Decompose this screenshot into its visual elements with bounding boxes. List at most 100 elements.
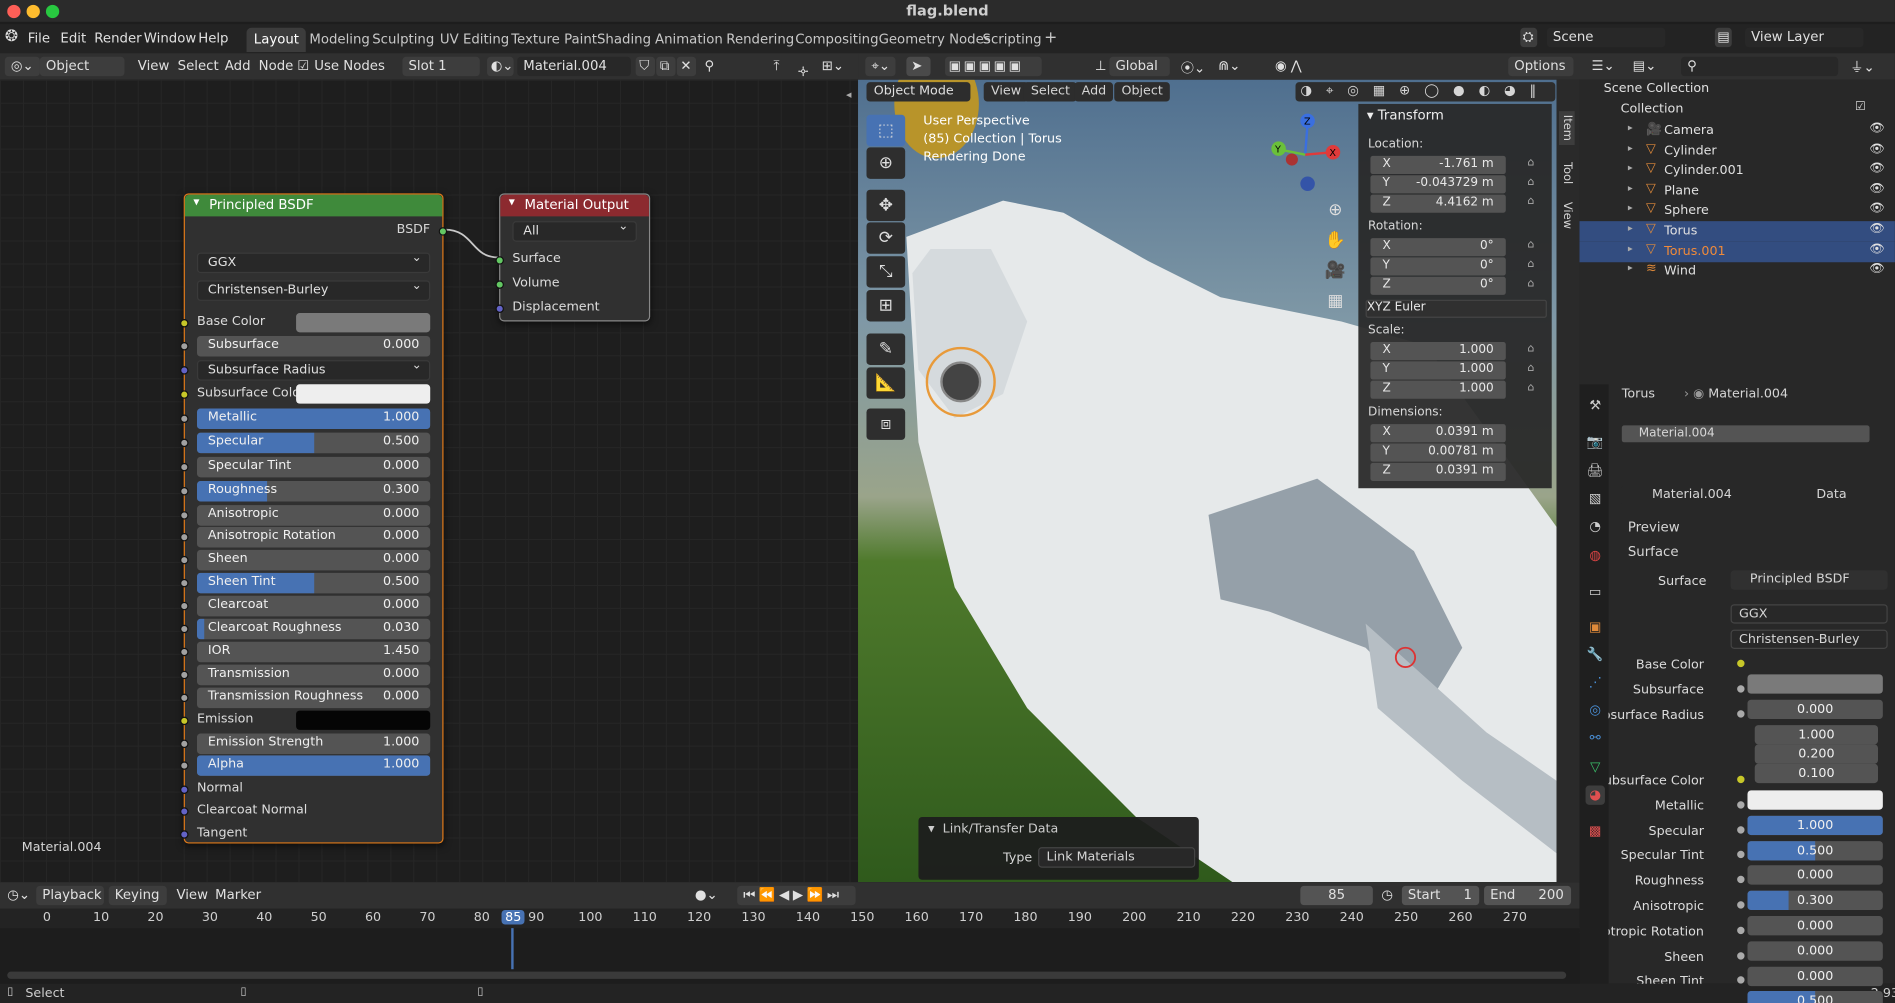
scene-collection-row[interactable]: Scene Collection: [1580, 80, 1895, 101]
measure-tool-icon[interactable]: 📐: [866, 367, 906, 399]
clearcoat-socket[interactable]: [180, 601, 189, 611]
roughness-field[interactable]: Roughness 0.300: [196, 480, 431, 502]
prop-metallic-field[interactable]: 1.000: [1747, 815, 1883, 835]
ior-field[interactable]: IOR 1.450: [196, 641, 431, 663]
prop-anisotropic-rotation-field[interactable]: 0.000: [1747, 941, 1883, 961]
transmission-roughness-socket[interactable]: [180, 693, 189, 703]
timeline[interactable]: ◷⌄ Playback Keying View Marker ●⌄ ⏮⏪◀▶⏩⏭…: [0, 882, 1580, 984]
visibility-eye-icon[interactable]: 👁: [1870, 142, 1885, 155]
prop-base-color-swatch[interactable]: [1747, 674, 1883, 694]
parent-node-icon[interactable]: ⤒: [773, 58, 779, 75]
object-mode-dropdown[interactable]: Object: [39, 56, 125, 77]
metallic-field[interactable]: Metallic 1.000: [196, 408, 431, 430]
tab-sculpting[interactable]: Sculpting: [365, 28, 442, 52]
visibility-eye-icon[interactable]: 👁: [1870, 122, 1885, 135]
visibility-eye-icon[interactable]: 👁: [1870, 202, 1885, 215]
emission-socket[interactable]: [180, 716, 189, 726]
view-layer-props-icon[interactable]: ▧: [1586, 489, 1605, 508]
properties-editor[interactable]: Torus › ◉ Material.004 Material.004 Materia…: [1576, 350, 1895, 989]
subsurface-field[interactable]: Subsurface 0.000: [196, 335, 431, 357]
visibility-eye-icon[interactable]: 👁: [1870, 162, 1885, 175]
location-lock-icon[interactable]: ⌂: [1528, 196, 1535, 208]
outliner-item-torus[interactable]: ▸ ▽ Torus 👁: [1579, 221, 1895, 242]
scale-lock-icon[interactable]: ⌂: [1528, 343, 1535, 355]
orientation-icon[interactable]: ⊥: [1095, 58, 1107, 74]
scale-tool-icon[interactable]: ⤡: [866, 256, 906, 288]
location-x-field[interactable]: X -1.761 m: [1370, 155, 1506, 175]
visibility-eye-icon[interactable]: 👁: [1870, 182, 1885, 195]
alpha-field[interactable]: Alpha 1.000: [196, 755, 431, 776]
node-menu-view[interactable]: View: [138, 58, 170, 74]
scale-x-field[interactable]: X 1.000: [1370, 342, 1506, 361]
expand-arrow-icon[interactable]: ▸: [1628, 122, 1633, 133]
viewport-editor-type-icon[interactable]: ⌖⌄: [865, 56, 897, 77]
prop-subsurface-color-swatch[interactable]: [1747, 790, 1883, 810]
add-workspace-icon[interactable]: +: [1037, 25, 1065, 49]
node-menu-node[interactable]: Node: [259, 58, 294, 74]
end-frame-field[interactable]: End 200: [1484, 885, 1572, 906]
prop-sheen-socket-icon[interactable]: ●: [1737, 949, 1745, 960]
node-editor[interactable]: Principled BSDF BSDF GGX Christensen-Bur…: [0, 79, 859, 883]
prop-sss-method-dropdown[interactable]: Christensen-Burley: [1730, 629, 1888, 649]
prop-subsurface-radius-field-0[interactable]: 1.000: [1754, 724, 1879, 745]
prop-subsurface-socket-icon[interactable]: ●: [1737, 683, 1745, 694]
menu-window[interactable]: Window: [144, 30, 196, 46]
view-layer-field[interactable]: View Layer: [1745, 27, 1864, 48]
rotation-lock-icon[interactable]: ⌂: [1528, 239, 1535, 251]
scene-icon[interactable]: ⛭: [1520, 27, 1538, 48]
prop-roughness-socket-icon[interactable]: ●: [1737, 874, 1745, 885]
marker-menu[interactable]: Marker: [215, 887, 261, 903]
tab-animation[interactable]: Animation: [648, 28, 730, 52]
outliner-item-cylinder[interactable]: ▸ ▽ Cylinder 👁: [1580, 141, 1895, 162]
object-props-icon[interactable]: ▣: [1586, 618, 1605, 637]
emission-strength-field[interactable]: Emission Strength 1.000: [196, 733, 431, 755]
expand-arrow-icon[interactable]: ▸: [1628, 162, 1633, 173]
material-props-icon[interactable]: ◕: [1585, 785, 1605, 805]
prop-subsurface-field[interactable]: 0.000: [1747, 699, 1883, 720]
prop-anisotropic-socket-icon[interactable]: ●: [1737, 899, 1745, 910]
select-mode-icons[interactable]: ▣▣▣▣▣: [945, 56, 1042, 77]
rotation-lock-icon[interactable]: ⌂: [1528, 259, 1535, 271]
principled-bsdf-node[interactable]: Principled BSDF BSDF GGX Christensen-Bur…: [180, 193, 448, 844]
location-lock-icon[interactable]: ⌂: [1528, 176, 1535, 188]
sheen-tint-socket[interactable]: [180, 578, 189, 588]
texture-props-icon[interactable]: ▩: [1586, 822, 1605, 841]
proportional-edit-icon[interactable]: ◉ ⋀: [1275, 58, 1302, 74]
duplicate-material-icon[interactable]: ⧉: [656, 56, 676, 77]
record-icon[interactable]: ●⌄: [695, 887, 718, 903]
playback-controls[interactable]: ⏮⏪◀▶⏩⏭: [737, 885, 856, 906]
location-y-field[interactable]: Y -0.043729 m: [1370, 175, 1506, 194]
outliner-search-input[interactable]: ⚲: [1681, 56, 1839, 77]
move-tool-icon[interactable]: ✥: [866, 189, 906, 222]
sheen-field[interactable]: Sheen 0.000: [196, 549, 431, 571]
preview-panel-header[interactable]: Preview: [1628, 520, 1680, 536]
outliner-editor-icon[interactable]: ☰⌄: [1592, 58, 1615, 74]
specular-tint-field[interactable]: Specular Tint 0.000: [196, 456, 431, 478]
visibility-eye-icon[interactable]: 👁: [1870, 242, 1885, 255]
expand-arrow-icon[interactable]: ▸: [1628, 242, 1633, 253]
specular-socket[interactable]: [180, 438, 189, 448]
constraints-props-icon[interactable]: ⚯: [1586, 729, 1605, 748]
filter-icon[interactable]: ⏚⌄: [1850, 57, 1874, 76]
navigation-gizmo[interactable]: Z X Y: [1269, 111, 1342, 196]
volume-socket[interactable]: [495, 280, 504, 289]
scene-props-icon[interactable]: ◔: [1586, 517, 1605, 536]
rotation-x-field[interactable]: X 0°: [1370, 238, 1506, 257]
world-props-icon[interactable]: ◍: [1586, 546, 1605, 565]
display-mode-icon[interactable]: ▤⌄: [1633, 58, 1657, 74]
outliner[interactable]: Scene Collection Collection ☑ ▸ 🎥 Camera 👁 ▸ ▽ Cy…: [1579, 79, 1895, 353]
tab-layout[interactable]: Layout: [246, 27, 307, 52]
menu-edit[interactable]: Edit: [60, 30, 86, 46]
specular-field[interactable]: Specular 0.500: [196, 432, 431, 454]
expand-arrow-icon[interactable]: ▸: [1628, 142, 1633, 153]
roughness-socket[interactable]: [180, 487, 189, 496]
viewport-menu-add[interactable]: Add: [1074, 82, 1114, 102]
data-link-dropdown[interactable]: Data: [1809, 485, 1894, 506]
collection-row[interactable]: Collection: [1580, 100, 1895, 121]
snap-magnet-icon[interactable]: ⋒⌄: [1218, 58, 1240, 74]
normal-socket[interactable]: [180, 785, 189, 794]
options-dropdown[interactable]: Options: [1508, 56, 1574, 77]
location-z-field[interactable]: Z 4.4162 m: [1370, 194, 1506, 213]
bsdf-output-socket[interactable]: [438, 227, 448, 236]
anisotropic-rotation-field[interactable]: Anisotropic Rotation 0.000: [196, 526, 431, 548]
